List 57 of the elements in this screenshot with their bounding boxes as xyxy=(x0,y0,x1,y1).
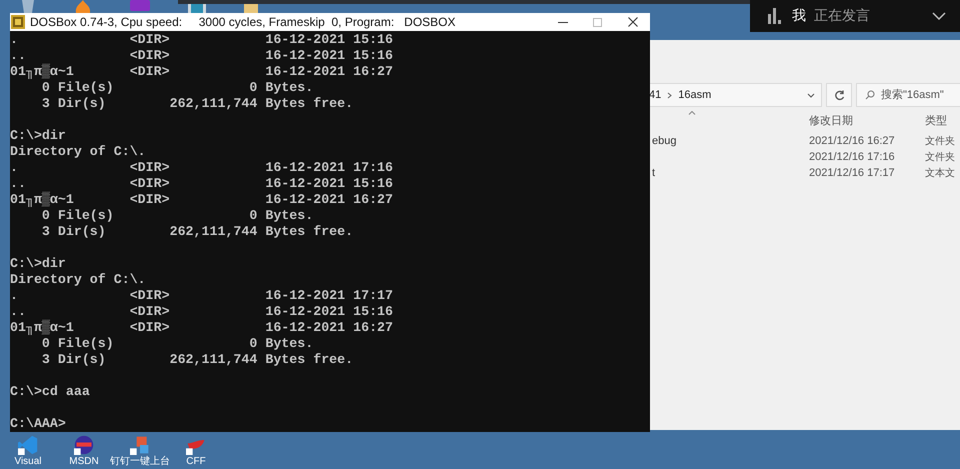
console-line: C:\AAA> xyxy=(10,416,66,432)
console-line: C:\>dir xyxy=(10,256,66,272)
audio-bars-icon xyxy=(768,8,784,24)
console-line: 0 File(s) 0 Bytes. xyxy=(40,80,314,96)
console-line: Directory of C:\. xyxy=(10,272,146,288)
breadcrumb-item[interactable]: 41 xyxy=(649,89,662,101)
desktop-icon-label[interactable]: MSDN xyxy=(69,456,99,468)
console-line: Directory of C:\. xyxy=(10,144,146,160)
column-header[interactable]: 修改日期 xyxy=(809,112,925,128)
breadcrumb-item[interactable]: 16asm xyxy=(678,89,712,101)
file-name[interactable]: t xyxy=(652,167,656,179)
globe-icon xyxy=(74,435,94,455)
console-line: 3 Dir(s) 262,111,744 Bytes free. xyxy=(40,352,354,368)
user-name: 我 xyxy=(792,7,806,25)
refresh-icon xyxy=(834,90,844,100)
code-editor-icon xyxy=(18,435,38,455)
console-line: 01╖π▒α~1 <DIR> 16-12-2021 16:27 xyxy=(10,64,394,80)
console-line: 01╖π▒α~1 <DIR> 16-12-2021 16:27 xyxy=(10,320,394,336)
column-header[interactable]: 类型 xyxy=(925,112,957,128)
console-line: 3 Dir(s) 262,111,744 Bytes free. xyxy=(40,96,354,112)
console-line: .. <DIR> 16-12-2021 15:16 xyxy=(10,176,394,192)
refresh-button[interactable] xyxy=(826,83,852,107)
sort-caret-icon xyxy=(688,111,696,115)
file-type: 文件夹 xyxy=(925,134,956,148)
file-type: 文本文 xyxy=(925,166,956,180)
desktop-icon-label[interactable]: CFF xyxy=(186,456,206,468)
file-name[interactable]: ebug xyxy=(652,135,676,147)
desktop-icon-label[interactable]: 钉钉一键上台 xyxy=(110,456,170,468)
close-icon xyxy=(628,17,638,27)
console-line: .. <DIR> 16-12-2021 15:16 xyxy=(10,304,394,320)
window-title: DOSBox 0.74-3, Cpu speed: 3000 cycles, Frameskip 0, Program: DOSBOX xyxy=(30,15,457,29)
console-line: . <DIR> 16-12-2021 17:16 xyxy=(10,160,394,176)
search-field[interactable]: 搜索"16asm" xyxy=(856,83,960,107)
speaking-status: 正在发言 xyxy=(814,7,871,25)
console-line: 0 File(s) 0 Bytes. xyxy=(40,208,314,224)
console-line: 01╖π▒α~1 <DIR> 16-12-2021 16:27 xyxy=(10,192,394,208)
chevron-right-icon xyxy=(667,92,672,98)
console-line: 0 File(s) 0 Bytes. xyxy=(40,336,314,352)
boxes-icon xyxy=(130,435,150,455)
modified-date: 2021/12/16 16:27 xyxy=(809,135,896,147)
console-line: . <DIR> 16-12-2021 17:17 xyxy=(10,288,394,304)
file-type: 文件夹 xyxy=(925,150,956,164)
console-line: . <DIR> 16-12-2021 15:16 xyxy=(10,32,394,48)
chevron-down-icon[interactable] xyxy=(807,92,815,98)
search-icon xyxy=(865,90,875,100)
console-line: C:\>dir xyxy=(10,128,66,144)
console-line: .. <DIR> 16-12-2021 15:16 xyxy=(10,48,394,64)
modified-date: 2021/12/16 17:16 xyxy=(809,151,896,163)
address-bar[interactable]: 41 16asm xyxy=(648,83,822,107)
console-line: C:\>cd aaa xyxy=(10,384,90,400)
maximize-icon xyxy=(593,18,602,26)
app-logo-icon xyxy=(11,15,25,29)
desktop-icon-label[interactable]: Visual xyxy=(14,456,42,468)
modified-date: 2021/12/16 17:17 xyxy=(809,167,896,179)
chevron-down-icon[interactable] xyxy=(932,12,946,20)
search-input[interactable]: 搜索"16asm" xyxy=(881,84,960,106)
console-line: 3 Dir(s) 262,111,744 Bytes free. xyxy=(40,224,354,240)
